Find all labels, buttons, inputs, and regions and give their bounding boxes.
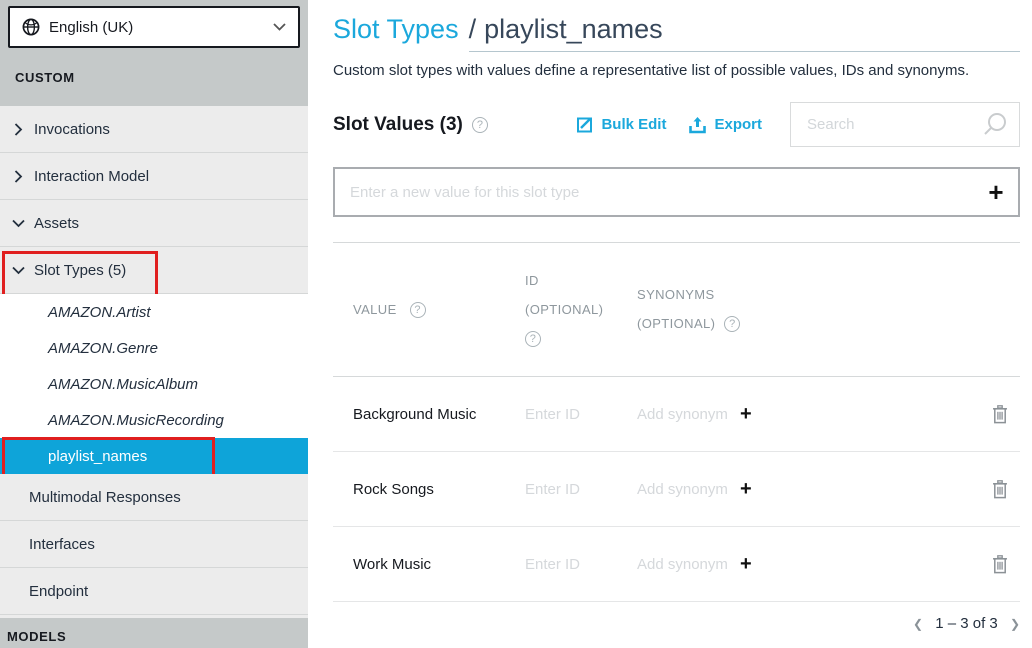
sidebar-nav-item-label: Assets — [34, 215, 79, 232]
sidebar-nav-item[interactable]: Invocations — [0, 106, 308, 153]
slot-value-text: Rock Songs — [353, 481, 525, 498]
delete-icon[interactable] — [992, 405, 1008, 424]
column-header-value: VALUE — [353, 302, 397, 317]
id-input[interactable] — [525, 556, 620, 573]
breadcrumb-separator: / — [469, 14, 477, 44]
new-slot-value-box: + — [333, 167, 1020, 217]
slot-type-item-label: AMAZON.MusicRecording — [48, 412, 224, 429]
bulk-edit-icon — [577, 116, 594, 133]
main-content: Slot Types /playlist_names Custom slot t… — [308, 0, 1032, 647]
toolbar: Slot Values (3) ? Bulk Edit Export — [333, 102, 1020, 147]
pagination-prev-icon[interactable]: ❮ — [913, 617, 923, 631]
add-synonym-button[interactable]: + — [740, 404, 752, 424]
synonym-input[interactable] — [637, 406, 732, 423]
breadcrumb-parent-link[interactable]: Slot Types — [333, 14, 459, 45]
add-value-button[interactable]: + — [974, 179, 1018, 205]
slot-types-sublist: AMAZON.Artist AMAZON.Genre AMAZON.MusicA… — [0, 294, 308, 474]
sidebar-nav-item[interactable]: Interfaces — [0, 521, 308, 568]
sidebar-nav-item-label: Interaction Model — [34, 168, 149, 185]
synonym-input[interactable] — [637, 556, 732, 573]
chevron-icon — [14, 123, 34, 136]
slot-value-text: Work Music — [353, 556, 525, 573]
language-selector[interactable]: English (UK) — [8, 6, 300, 48]
slot-type-item[interactable]: playlist_names — [0, 438, 308, 474]
synonym-input[interactable] — [637, 481, 732, 498]
search-box — [790, 102, 1020, 147]
search-input[interactable] — [807, 116, 981, 133]
column-header-synonyms: SYNONYMS — [637, 287, 889, 302]
id-input[interactable] — [525, 481, 620, 498]
slot-type-item[interactable]: AMAZON.Artist — [0, 294, 308, 330]
pagination: ❮ 1 – 3 of 3 ❯ — [333, 615, 1020, 632]
export-upload-icon — [688, 116, 707, 134]
custom-section-header: CUSTOM — [8, 48, 300, 85]
column-header-synonyms-optional: (OPTIONAL) — [637, 316, 715, 331]
column-header-id-optional: (OPTIONAL) — [525, 302, 637, 317]
column-header-id: ID — [525, 273, 637, 288]
breadcrumb: Slot Types /playlist_names — [333, 14, 1020, 52]
slot-type-item-label: AMAZON.MusicAlbum — [48, 376, 198, 393]
export-button[interactable]: Export — [688, 116, 762, 134]
sidebar-nav-item[interactable]: Endpoint — [0, 568, 308, 615]
new-slot-value-input[interactable] — [335, 184, 974, 201]
help-icon[interactable]: ? — [525, 331, 541, 347]
chevron-icon — [14, 170, 34, 183]
sidebar-nav-item-label: Endpoint — [29, 583, 88, 600]
sidebar-nav-item-label: Interfaces — [29, 536, 95, 553]
sidebar-nav-item[interactable]: Slot Types (5) — [0, 247, 308, 294]
language-label: English (UK) — [49, 19, 273, 36]
help-icon[interactable]: ? — [410, 302, 426, 318]
slot-value-text: Background Music — [353, 406, 525, 423]
help-icon[interactable]: ? — [472, 117, 488, 133]
sidebar-nav-item-label: Invocations — [34, 121, 110, 138]
slot-value-row: Background Music + — [333, 377, 1020, 452]
slot-type-item[interactable]: AMAZON.MusicRecording — [0, 402, 308, 438]
slot-type-item-label: AMAZON.Genre — [48, 340, 158, 357]
bulk-edit-button[interactable]: Bulk Edit — [577, 116, 666, 133]
slot-value-row: Rock Songs + — [333, 452, 1020, 527]
slot-type-item-label: AMAZON.Artist — [48, 304, 151, 321]
pagination-label: 1 – 3 of 3 — [935, 615, 998, 632]
chevron-icon — [14, 264, 34, 277]
page-title: playlist_names — [484, 14, 663, 44]
sidebar-nav-item-label: Slot Types (5) — [34, 262, 126, 279]
models-section: MODELS — [0, 618, 308, 648]
sidebar: English (UK) CUSTOM Invocations Interact… — [0, 0, 308, 647]
add-synonym-button[interactable]: + — [740, 479, 752, 499]
delete-icon[interactable] — [992, 555, 1008, 574]
section-title: Slot Values (3) — [333, 114, 463, 136]
pagination-next-icon[interactable]: ❯ — [1010, 617, 1020, 631]
add-synonym-button[interactable]: + — [740, 554, 752, 574]
sidebar-lower-nav: Multimodal Responses Interfaces Endpoint — [0, 474, 308, 615]
help-icon[interactable]: ? — [724, 316, 740, 332]
globe-icon — [22, 18, 40, 36]
table-header: VALUE ? ID (OPTIONAL) ? SYNONYMS (OPTION… — [333, 242, 1020, 377]
delete-icon[interactable] — [992, 480, 1008, 499]
language-section: English (UK) CUSTOM — [0, 0, 308, 106]
sidebar-nav-item[interactable]: Interaction Model — [0, 153, 308, 200]
slot-type-item[interactable]: AMAZON.Genre — [0, 330, 308, 366]
sidebar-nav-item-label: Multimodal Responses — [29, 489, 181, 506]
chevron-icon — [14, 217, 34, 230]
sidebar-nav-item[interactable]: Multimodal Responses — [0, 474, 308, 521]
page-description: Custom slot types with values define a r… — [333, 62, 1020, 79]
slot-type-item-label: playlist_names — [48, 448, 147, 465]
slot-type-item[interactable]: AMAZON.MusicAlbum — [0, 366, 308, 402]
id-input[interactable] — [525, 406, 620, 423]
models-section-header: MODELS — [0, 618, 308, 644]
sidebar-nav: Invocations Interaction Model Assets — [0, 106, 308, 294]
chevron-down-icon — [273, 23, 286, 31]
slot-values-table: Background Music + Rock Songs + — [333, 377, 1020, 602]
sidebar-nav-item[interactable]: Assets — [0, 200, 308, 247]
search-icon[interactable] — [981, 111, 1009, 139]
slot-value-row: Work Music + — [333, 527, 1020, 602]
